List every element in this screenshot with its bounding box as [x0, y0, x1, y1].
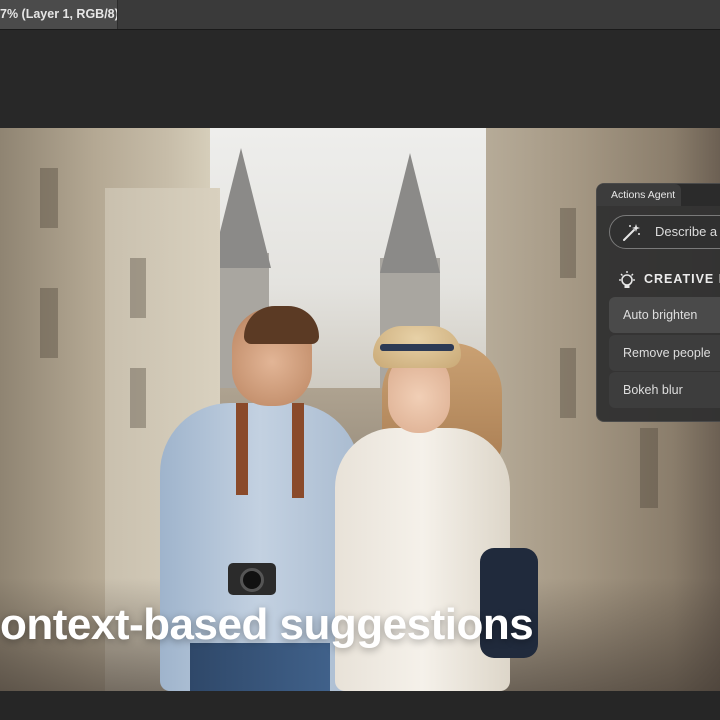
panel-tab-bar: Actions Agent — [597, 184, 720, 206]
photo-church-spire — [211, 148, 271, 268]
photo-camera-lens — [240, 568, 264, 592]
photo-window — [40, 288, 58, 358]
video-caption: ontext-based suggestions — [0, 600, 534, 649]
photo-window — [40, 168, 58, 228]
describe-prompt-input[interactable]: Describe a c — [609, 215, 720, 249]
suggestion-remove-people[interactable]: Remove people — [609, 335, 720, 371]
photo-hat-band — [380, 344, 454, 351]
lightbulb-icon — [619, 271, 635, 288]
document-tab[interactable]: 7% (Layer 1, RGB/8) — [0, 0, 118, 29]
photo-window — [130, 258, 146, 318]
prompt-placeholder: Describe a c — [655, 224, 720, 239]
document-tab-strip: 7% (Layer 1, RGB/8) — [0, 0, 720, 30]
photo-church-spire — [380, 153, 440, 273]
photo-camera-strap — [292, 403, 304, 498]
photo-window — [560, 208, 576, 278]
photo-window — [130, 368, 146, 428]
bottom-strip — [0, 691, 720, 720]
creative-ideas-header: CREATIVE ID — [617, 270, 720, 292]
photo-window — [560, 348, 576, 418]
suggestion-bokeh-blur[interactable]: Bokeh blur — [609, 372, 720, 408]
magic-wand-icon — [623, 224, 640, 241]
photo-jeans — [190, 643, 330, 691]
actions-agent-panel: Actions Agent Describe a c CREATIVE ID A… — [596, 183, 720, 422]
suggestion-auto-brighten[interactable]: Auto brighten — [609, 297, 720, 333]
photo-camera-strap — [236, 403, 248, 495]
photo-window — [640, 428, 658, 508]
creative-ideas-label: CREATIVE ID — [644, 272, 720, 286]
tab-actions-agent[interactable]: Actions Agent — [597, 184, 681, 206]
